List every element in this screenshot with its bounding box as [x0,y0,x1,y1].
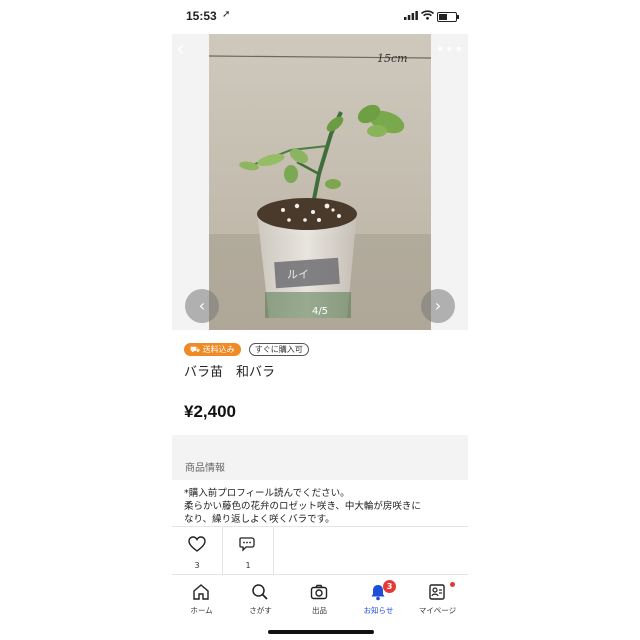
tab-sell-label: 出品 [312,606,327,615]
tab-mypage[interactable]: マイページ [408,579,467,619]
product-info-section: 商品情報 [172,435,468,480]
action-row: 3 1 [172,526,468,575]
tab-notifications[interactable]: 3 お知らせ [349,579,408,619]
back-chevron-icon[interactable]: ‹ [176,39,198,62]
home-indicator [268,630,374,634]
tab-home-label: ホーム [190,606,213,615]
search-icon [252,584,268,600]
comment-count: 1 [245,561,251,570]
cellular-signal-icon [404,11,418,20]
camera-icon [310,584,328,600]
status-time: 15:53 [186,9,217,23]
item-title: バラ苗 和バラ [184,365,276,380]
more-options-icon[interactable]: ••• [436,42,464,58]
like-count: 3 [194,561,200,570]
pot-label: ルイ [287,268,309,281]
tab-sell[interactable]: 出品 [290,579,349,619]
plant-photo-image: 15cm ルイ [209,34,431,330]
shipping-included-badge: ⛟ 送料込み [184,343,241,356]
item-badges: ⛟ 送料込み すぐに購入可 [184,343,309,357]
tab-mypage-label: マイページ [418,606,457,615]
description-line: 柔らかい藤色の花弁のロゼット咲き、中大輪が房咲きに [184,501,421,512]
description-line: *購入前プロフィール読んでください。 [184,488,350,499]
wifi-icon [421,10,434,20]
phone-screen: 15:53 ➚ 15cm ルイ ‹ ••• ‹ › 4/5 ⛟ 送料込み すぐに… [172,0,468,640]
heart-icon [188,536,206,552]
buy-now-badge: すぐに購入可 [248,343,309,356]
tab-notifications-label: お知らせ [363,606,394,615]
product-photo[interactable]: 15cm ルイ [209,34,431,330]
comment-button[interactable]: 1 [223,527,274,575]
image-gallery[interactable]: 15cm ルイ ‹ ••• ‹ › 4/5 [172,34,468,330]
tab-home[interactable]: ホーム [172,579,231,619]
notification-count-badge: 3 [383,580,396,593]
image-counter: 4/5 [311,306,329,317]
item-description: *購入前プロフィール読んでください。 柔らかい藤色の花弁のロゼット咲き、中大輪が… [184,487,460,527]
truck-icon: ⛟ [190,345,203,354]
tab-search[interactable]: さがす [231,579,290,619]
location-arrow-icon: ➚ [222,9,231,20]
profile-card-icon [429,584,445,600]
description-line: なり、繰り返しよく咲くバラです。 [184,514,335,525]
section-label: 商品情報 [185,463,225,474]
item-price: ¥2,400 [184,402,236,421]
home-icon [193,584,209,600]
comment-icon [239,537,255,552]
like-button[interactable]: 3 [172,527,223,575]
tab-bar: ホーム さがす 出品 3 お知らせ マイページ [172,574,468,621]
status-bar: 15:53 ➚ [172,0,468,34]
mypage-alert-dot [450,582,455,587]
battery-icon [437,12,459,22]
photo-height-note: 15cm [377,52,408,65]
tab-search-label: さがす [249,606,272,615]
shipping-badge-label: 送料込み [202,345,235,354]
